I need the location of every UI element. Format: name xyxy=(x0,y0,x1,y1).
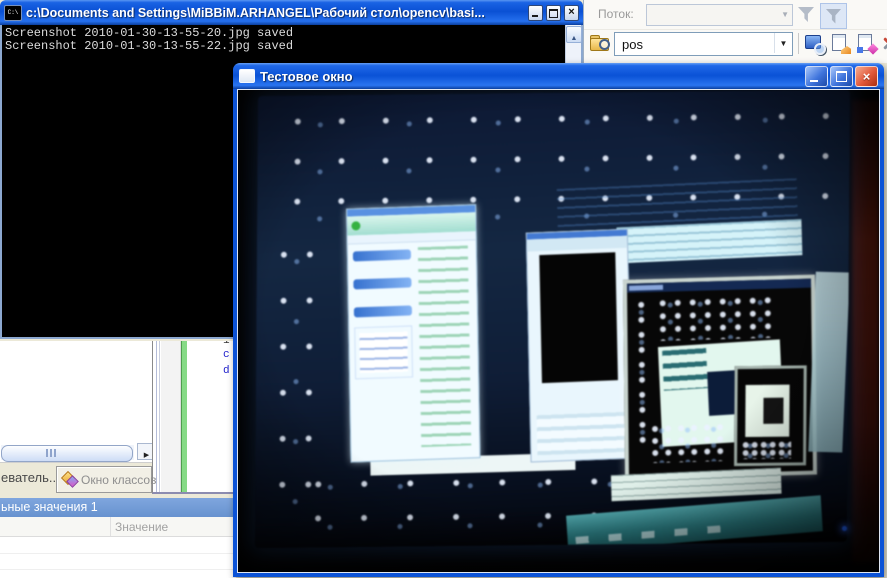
chevron-down-icon: ▼ xyxy=(780,39,788,48)
scrollbar-thumb[interactable] xyxy=(1,445,133,462)
search-toolbar-row: pos ▼ xyxy=(584,29,887,58)
magnifier-icon xyxy=(599,39,610,50)
edit-properties-button[interactable] xyxy=(829,32,852,55)
test-window-title: Тестовое окно xyxy=(260,69,803,84)
photo-nested-dark-rect xyxy=(763,398,783,424)
blue-chip-icon xyxy=(857,47,863,53)
photo-panel-rows xyxy=(537,412,626,455)
photo-monitor-led xyxy=(842,526,847,531)
photo-overexposed-strip xyxy=(808,272,850,453)
search-combobox-value[interactable]: pos xyxy=(622,37,643,52)
photo-file-list xyxy=(418,245,471,447)
table-row-separator xyxy=(0,553,236,554)
close-icon: × xyxy=(565,5,578,19)
photo-explorer-window xyxy=(346,204,480,462)
photo-monitor-screen xyxy=(255,90,850,548)
tab-classes-label: Окно классов xyxy=(81,473,156,487)
console-icon: C:\ xyxy=(4,5,22,21)
filter-toggle-button[interactable] xyxy=(820,3,847,29)
photo-back-button xyxy=(351,221,360,230)
photo-console-capture xyxy=(539,252,618,383)
filter-icon xyxy=(826,9,842,24)
photo-window-toolbar xyxy=(527,236,627,252)
new-item-button[interactable] xyxy=(855,32,878,55)
editor-divider xyxy=(156,341,157,492)
editor-change-bar xyxy=(181,341,187,492)
close-button[interactable]: × xyxy=(855,66,878,87)
thread-combobox: ▼ xyxy=(646,4,793,26)
test-window: Тестовое окно × xyxy=(233,63,884,577)
maximize-icon xyxy=(549,9,558,18)
photo-background-edge xyxy=(852,100,879,562)
folder-search-icon xyxy=(590,35,609,49)
photo-nested-test-window xyxy=(734,365,807,466)
minimize-icon xyxy=(810,80,818,82)
photo-explorer-window xyxy=(526,229,633,463)
photo-task-header xyxy=(353,249,411,261)
console-line: Screenshot 2010-01-30-13-55-22.jpg saved xyxy=(5,40,565,53)
photo-nested-bright-area xyxy=(745,385,789,437)
minimize-icon xyxy=(532,15,538,17)
photo-details-box xyxy=(354,325,413,379)
magnifier-icon xyxy=(814,43,826,55)
find-in-files-button[interactable] xyxy=(803,32,826,55)
close-button[interactable]: × xyxy=(564,5,579,21)
arrow-right-icon: ▶ xyxy=(144,452,149,459)
close-icon: × xyxy=(856,68,877,85)
ide-left-panel: ▶ xyxy=(0,341,158,463)
webcam-photo-layers xyxy=(238,90,879,572)
editor-divider xyxy=(159,341,160,492)
console-titlebar[interactable]: C:\ c:\Documents and Settings\MiBBiM.ARH… xyxy=(0,0,583,25)
scroll-up-button[interactable]: ▲ xyxy=(566,26,582,43)
minimize-button[interactable] xyxy=(805,66,828,87)
minimize-button[interactable] xyxy=(528,5,543,21)
table-row-separator xyxy=(0,569,236,570)
test-window-titlebar[interactable]: Тестовое окно × xyxy=(233,63,884,89)
tab-classes[interactable]: Окно классов xyxy=(56,466,152,493)
test-window-content xyxy=(237,89,880,573)
thread-toolbar-row: Поток: ▼ xyxy=(584,0,887,30)
chevron-down-icon: ▼ xyxy=(781,10,789,19)
photo-task-header xyxy=(354,305,412,317)
photo-recursive-titlebar xyxy=(627,279,811,293)
photo-task-header xyxy=(353,277,411,289)
horizontal-scrollbar[interactable] xyxy=(1,445,134,460)
watch-values-panel: ьные значения 1 Значение xyxy=(0,498,236,578)
scrollbar-grip-icon xyxy=(46,449,48,457)
watch-panel-title: ьные значения 1 xyxy=(0,498,237,517)
thread-label: Поток: xyxy=(598,7,634,21)
column-divider[interactable] xyxy=(110,517,111,536)
code-editor-pane[interactable]: 1 c d xyxy=(152,341,234,494)
editor-gutter xyxy=(161,341,181,492)
console-line: Screenshot 2010-01-30-13-55-20.jpg saved xyxy=(5,27,565,40)
arrow-up-icon: ▲ xyxy=(571,35,578,42)
search-dropdown-button[interactable]: ▼ xyxy=(774,33,792,53)
ide-toolbar-area: Поток: ▼ pos ▼ xyxy=(583,0,887,63)
photo-recursive-test-window xyxy=(623,275,817,480)
photo-nested-icons xyxy=(741,441,791,460)
window-icon xyxy=(239,69,255,83)
search-combobox[interactable]: pos ▼ xyxy=(614,32,793,56)
toolbar-separator xyxy=(798,33,799,54)
maximize-button[interactable] xyxy=(830,66,853,87)
photo-recursive-stripes xyxy=(662,348,708,391)
maximize-button[interactable] xyxy=(546,5,561,21)
filter-icon xyxy=(798,7,814,22)
maximize-icon xyxy=(836,71,847,82)
webcam-frame xyxy=(238,90,879,572)
tools-options-button[interactable] xyxy=(878,32,887,55)
photo-window-stack xyxy=(616,219,802,263)
photo-recursive-icons xyxy=(655,294,773,341)
value-column-header: Значение xyxy=(115,520,168,534)
photo-recursive-icons xyxy=(648,421,728,463)
console-title: c:\Documents and Settings\MiBBiM.ARHANGE… xyxy=(26,6,525,20)
tab-explorer[interactable]: еватель... xyxy=(1,470,60,485)
